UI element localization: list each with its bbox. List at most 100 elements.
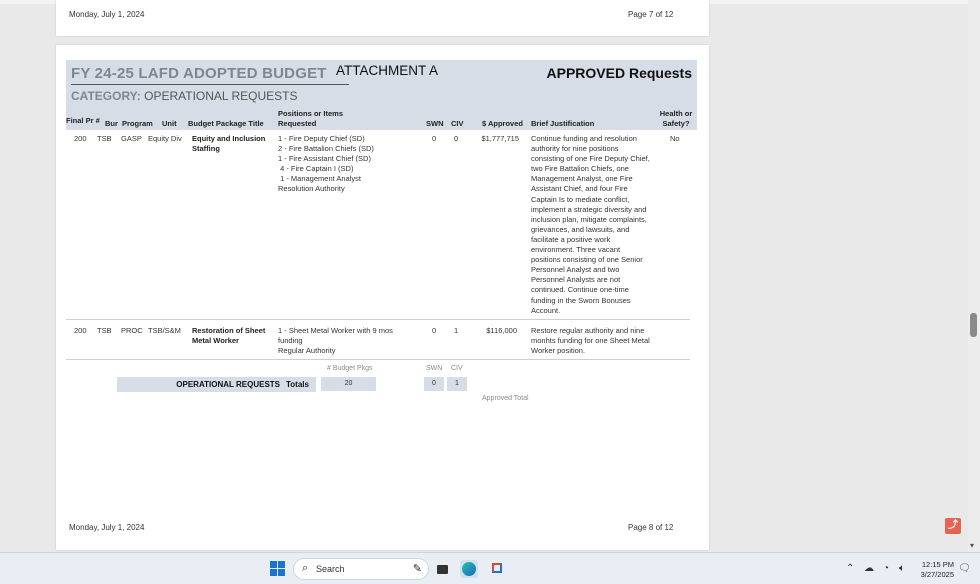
scroll-down-icon[interactable]: ▾	[970, 541, 974, 550]
totals-civ-header: CIV	[451, 365, 463, 372]
col-final-pr: Final Pr #	[66, 116, 100, 125]
row1-health-safety: No	[670, 134, 680, 143]
position-line: 1 - Fire Deputy Chief (SD)	[278, 134, 365, 143]
pdf-page-7: Monday, July 1, 2024 Page 7 of 12	[56, 0, 709, 36]
show-hidden-icons-icon[interactable]: ⌃	[846, 563, 854, 574]
row-divider	[66, 319, 690, 320]
position-line: 4 - Fire Captain I (SD)	[278, 164, 354, 174]
justification-line: Restore regular authority and nine	[531, 326, 645, 335]
notification-icon[interactable]: 🗨︎	[958, 563, 971, 574]
row2-swn: 0	[432, 326, 437, 335]
col-justification: Brief Justification	[531, 119, 595, 128]
col-package-title: Budget Package Title	[188, 119, 264, 128]
row1-positions: 1 - Fire Deputy Chief (SD) 2 - Fire Batt…	[278, 134, 374, 195]
totals-label: Totals	[286, 380, 309, 389]
page-footer-date: Monday, July 1, 2024	[69, 10, 145, 19]
position-line: 1 - Fire Assistant Chief (SD)	[278, 154, 371, 164]
row2-bur: TSB	[97, 326, 112, 335]
approved-requests-title: APPROVED Requests	[546, 65, 692, 81]
justification-line: Captain Is to mediate conflict,	[531, 194, 630, 204]
row2-justification: Restore regular authority and nine monht…	[531, 326, 650, 356]
row2-civ: 1	[454, 326, 459, 335]
justification-line: Worker position.	[531, 346, 586, 356]
totals-swn-value: 0	[424, 377, 444, 391]
position-line: Regular Authority	[278, 346, 336, 356]
position-line: Resolution Authority	[278, 184, 345, 194]
justification-line: facilitate a positive work	[531, 234, 611, 244]
justification-line: authority for nine positions	[531, 144, 619, 154]
row2-final-pr: 200	[74, 326, 87, 335]
category-line: CATEGORY: OPERATIONAL REQUESTS	[71, 89, 298, 103]
row1-program: GASP	[121, 134, 142, 143]
justification-line: implement a strategic diversity and	[531, 204, 647, 214]
edge-browser-icon[interactable]	[460, 560, 478, 578]
justification-line: Personnel Analyst and two	[531, 265, 620, 275]
row2-positions: 1 - Sheet Metal Worker with 9 mos fundin…	[278, 326, 393, 356]
col-program: Program	[122, 119, 153, 128]
totals-civ-value: 1	[447, 377, 467, 391]
justification-line: funding in the Sworn Bonuses	[531, 295, 631, 305]
col-bur: Bur	[105, 119, 118, 128]
totals-swn-header: SWN	[426, 365, 443, 372]
col-unit: Unit	[162, 119, 177, 128]
budget-pkgs-header: # Budget Pkgs	[327, 365, 373, 372]
scrollbar-thumb[interactable]	[970, 313, 977, 337]
row1-swn: 0	[432, 134, 437, 143]
row1-unit: Equity Div	[148, 134, 182, 143]
taskbar: ⌕ Search ✎ ⌃ ☁ ◔ 🔈︎ 12:15 PM 3/27/2025 🗨…	[0, 552, 980, 584]
row1-bur: TSB	[97, 134, 112, 143]
justification-line: consisting of one Fire Deputy Chief,	[531, 154, 650, 164]
row2-program: PROC	[121, 326, 143, 335]
report-header: FY 24-25 LAFD ADOPTED BUDGET ATTACHMENT …	[66, 60, 697, 130]
justification-line: grievances, and lawsuits, and	[531, 224, 630, 234]
snipping-tool-icon[interactable]	[489, 560, 507, 578]
justification-line: monhts funding for one Sheet Metal	[531, 336, 650, 346]
cloud-icon[interactable]: ☁	[864, 563, 874, 574]
page-footer-number: Page 8 of 12	[628, 523, 674, 532]
col-approved: $ Approved	[482, 119, 523, 128]
totals-pkgs-value: 20	[321, 377, 376, 391]
row2-unit: TSB/S&M	[148, 326, 181, 335]
search-highlight-icon: ✎	[412, 563, 422, 575]
clock-date: 3/27/2025	[920, 570, 954, 579]
report-title: FY 24-25 LAFD ADOPTED BUDGET	[71, 65, 327, 82]
row1-approved: $1,777,715	[481, 134, 519, 143]
position-line: 1 - Management Analyst	[278, 174, 361, 184]
clock-time: 12:15 PM	[921, 560, 954, 569]
taskbar-search-box[interactable]: ⌕ Search ✎	[293, 558, 429, 580]
row2-approved: $116,000	[486, 326, 517, 335]
position-line: 2 - Fire Battalion Chiefs (SD)	[278, 144, 374, 154]
title-underline	[71, 84, 349, 85]
volume-icon[interactable]: 🔈︎	[899, 563, 905, 574]
col-health-safety: Health or Safety?	[659, 109, 693, 128]
justification-line: Personnel Analysts are not	[531, 275, 621, 285]
row1-justification: Continue funding and resolution authorit…	[531, 134, 650, 316]
justification-line: two Fire Battalion Chiefs, one	[531, 164, 629, 174]
justification-line: Assistant Chief, and four Fire	[531, 184, 628, 194]
task-view-icon[interactable]	[434, 560, 452, 578]
totals-category-label: OPERATIONAL REQUESTS	[176, 380, 280, 389]
approved-total-label: Approved Total	[482, 395, 529, 402]
justification-line: Management Analyst, one Fire	[531, 174, 633, 184]
pdf-icon[interactable]: ⤴	[945, 518, 961, 534]
category-label: CATEGORY:	[71, 89, 141, 103]
col-civ: CIV	[451, 119, 464, 128]
justification-line: inclusion plan, mitigate complaints,	[531, 214, 647, 224]
search-icon: ⌕	[302, 562, 309, 574]
page-footer-date: Monday, July 1, 2024	[69, 523, 145, 532]
windows-start-icon[interactable]	[270, 561, 286, 577]
system-clock[interactable]: 12:15 PM 3/27/2025	[914, 560, 954, 580]
vertical-scrollbar[interactable]	[968, 0, 980, 552]
justification-line: positions consisting of one Senior	[531, 255, 643, 265]
row-divider	[66, 359, 690, 360]
position-line: 1 - Sheet Metal Worker with 9 mos	[278, 326, 393, 335]
col-positions: Positions or Items Requested	[278, 109, 344, 128]
col-swn: SWN	[426, 119, 444, 128]
justification-line: continued. Continue one-time	[531, 285, 629, 295]
attachment-label: ATTACHMENT A	[336, 63, 439, 78]
category-value: OPERATIONAL REQUESTS	[144, 89, 298, 103]
wifi-icon[interactable]: ◔	[883, 563, 889, 574]
row1-package-title: Equity and Inclusion Staffing	[192, 134, 266, 154]
justification-line: Account.	[531, 305, 561, 315]
search-placeholder: Search	[316, 564, 345, 574]
